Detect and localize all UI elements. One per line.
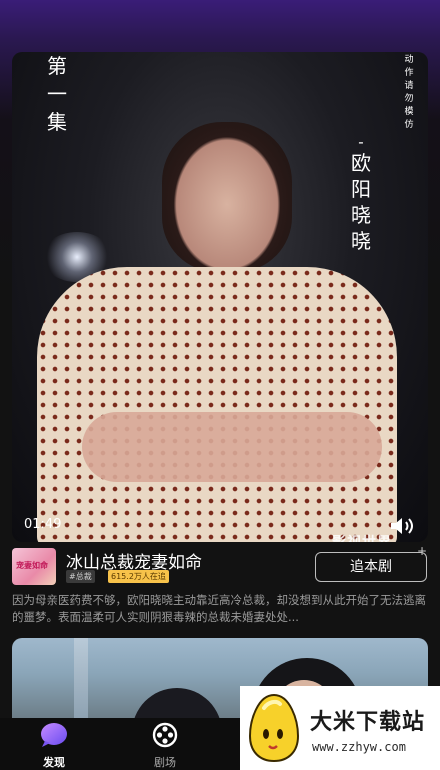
genre-tag: #总裁	[66, 570, 95, 583]
watermark-url: www.zzhyw.com	[312, 740, 406, 754]
tab-theater-label: 剧场	[154, 756, 176, 769]
drama-description: 因为母亲医药费不够，欧阳晓晓主动靠近高冷总裁，却没想到从此开始了无法逃离的噩梦。…	[12, 593, 426, 624]
tab-discover[interactable]: 发现	[24, 722, 84, 770]
character-name-caption: - 欧阳晓晓	[351, 132, 371, 254]
tab-theater[interactable]: 剧场	[135, 722, 195, 770]
mascot-egg-icon	[248, 693, 300, 763]
thumbnail-title: 宠妻如命	[16, 561, 48, 570]
watermark-site-name: 大米下载站	[310, 710, 426, 735]
tower-shape	[74, 638, 88, 718]
playback-time: 01:49	[24, 517, 62, 532]
volume-icon[interactable]	[388, 515, 416, 537]
episode-label: 第一集	[47, 54, 67, 134]
tab-discover-label: 发现	[43, 756, 65, 769]
drama-thumbnail[interactable]: 宠妻如命	[12, 548, 56, 585]
follow-drama-button[interactable]: 追本剧	[315, 552, 427, 582]
film-reel-icon	[152, 722, 178, 748]
actress-dress	[37, 267, 397, 542]
discover-bubble-icon	[41, 723, 67, 747]
site-watermark: 大米下载站 www.zzhyw.com	[240, 686, 440, 770]
drama-info-row: 宠妻如命 冰山总裁宠妻如命 #总裁 615.2万人在追 追本剧 +	[12, 544, 428, 588]
person-silhouette	[132, 688, 222, 718]
actress-arms	[82, 412, 382, 482]
video-watermark-partial: 影视世界	[332, 532, 392, 542]
video-player[interactable]: 第一集 -欧阳晓晓 动作请勿模仿 01:49 影视世界	[12, 52, 428, 542]
plus-icon: +	[417, 544, 428, 558]
safety-notice: 动作请勿模仿	[404, 55, 414, 130]
actress-head	[162, 122, 292, 272]
viewers-badge: 615.2万人在追	[108, 570, 169, 583]
